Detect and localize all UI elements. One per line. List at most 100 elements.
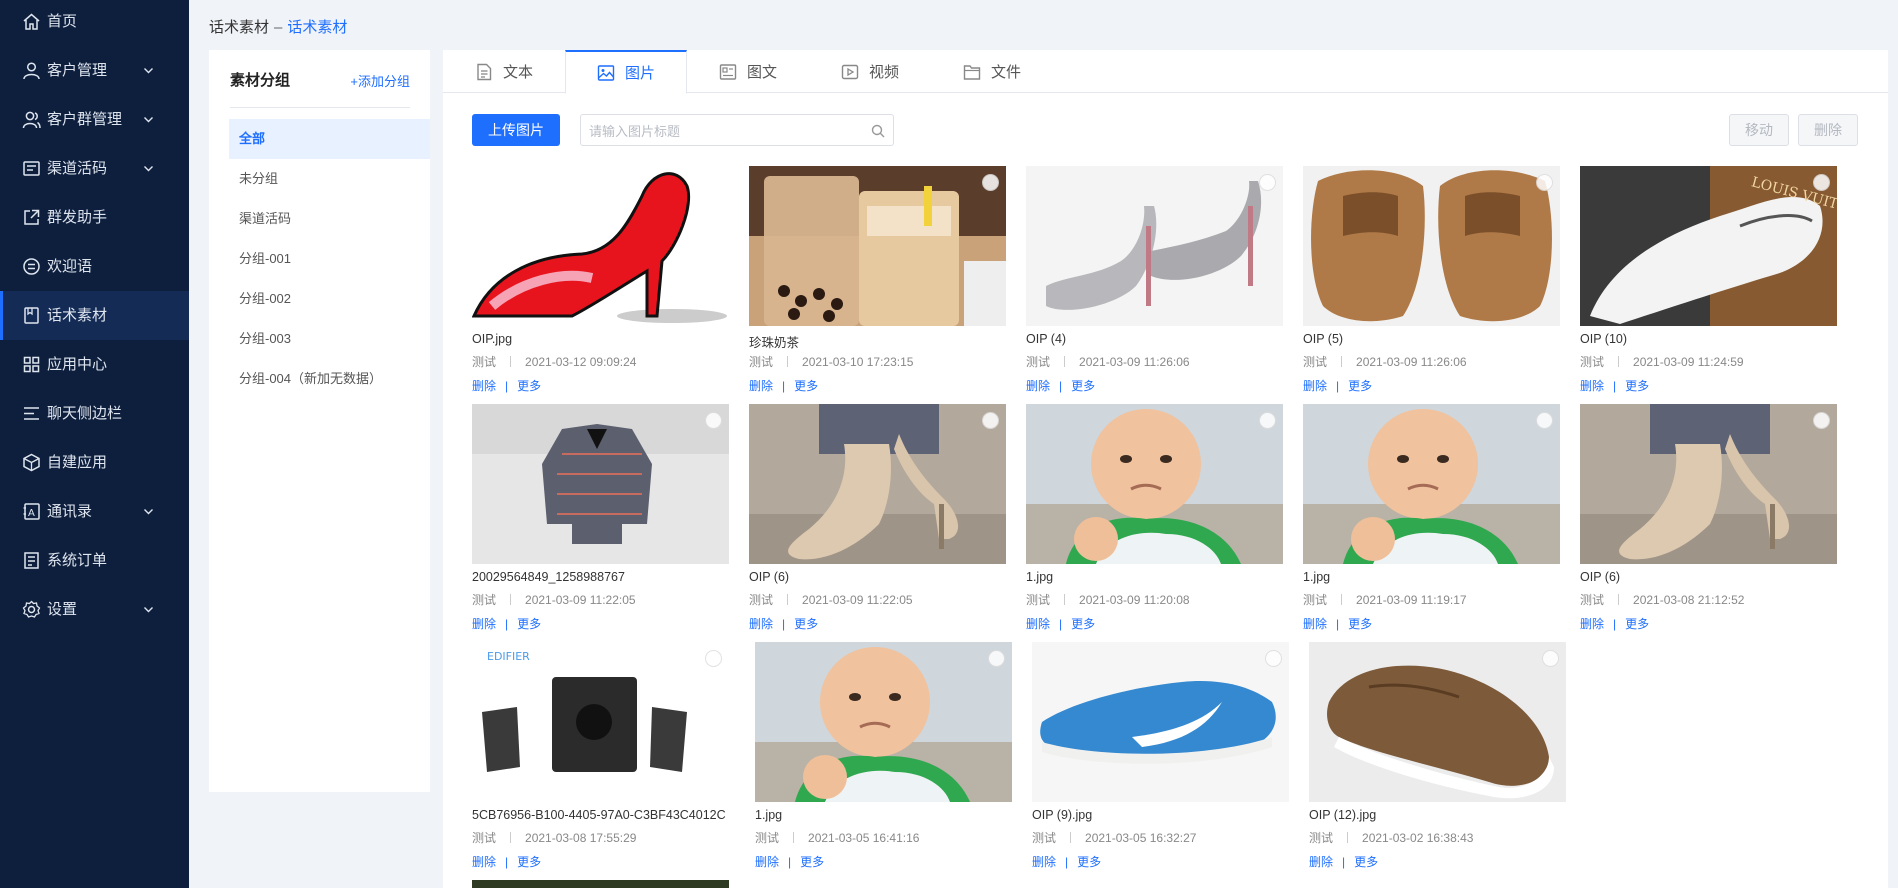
delete-link[interactable]: 删除 bbox=[472, 617, 496, 631]
more-link[interactable]: 更多 bbox=[517, 379, 541, 393]
image-thumbnail[interactable] bbox=[749, 166, 1006, 326]
tab-folder[interactable]: 文件 bbox=[931, 50, 1053, 93]
more-link[interactable]: 更多 bbox=[1354, 855, 1378, 869]
image-thumbnail[interactable] bbox=[472, 404, 729, 564]
search-input[interactable] bbox=[589, 121, 859, 141]
image-thumbnail[interactable] bbox=[1026, 166, 1283, 326]
sidebar-item-10[interactable]: A 通讯录 bbox=[0, 487, 189, 536]
image-card[interactable]: OIP (6) 测试 2021-03-08 21:12:52 删除 | 更多 bbox=[1580, 404, 1837, 634]
sidebar-item-3[interactable]: 渠道活码 bbox=[0, 144, 189, 193]
group-item[interactable]: 分组-003 bbox=[229, 319, 430, 359]
image-thumbnail[interactable] bbox=[1026, 404, 1283, 564]
delete-selected-button[interactable]: 删除 bbox=[1798, 114, 1858, 146]
select-checkbox[interactable] bbox=[1813, 174, 1830, 191]
image-thumbnail[interactable] bbox=[749, 404, 1006, 564]
more-link[interactable]: 更多 bbox=[1077, 855, 1101, 869]
sidebar-item-9[interactable]: 自建应用 bbox=[0, 438, 189, 487]
delete-link[interactable]: 删除 bbox=[1580, 617, 1604, 631]
group-item[interactable]: 分组-004（新加无数据） bbox=[229, 359, 430, 399]
delete-link[interactable]: 删除 bbox=[1580, 379, 1604, 393]
sidebar-item-1[interactable]: 客户管理 bbox=[0, 46, 189, 95]
select-checkbox[interactable] bbox=[1259, 174, 1276, 191]
search-icon[interactable] bbox=[871, 124, 885, 138]
select-checkbox[interactable] bbox=[982, 412, 999, 429]
delete-link[interactable]: 删除 bbox=[749, 379, 773, 393]
sidebar-item-11[interactable]: 系统订单 bbox=[0, 536, 189, 585]
image-card[interactable]: 珍珠奶茶 测试 2021-03-10 17:23:15 删除 | 更多 bbox=[749, 166, 1006, 396]
sidebar-item-7[interactable]: 应用中心 bbox=[0, 340, 189, 389]
delete-link[interactable]: 删除 bbox=[755, 855, 779, 869]
more-link[interactable]: 更多 bbox=[1071, 379, 1095, 393]
more-link[interactable]: 更多 bbox=[1625, 617, 1649, 631]
group-item[interactable]: 全部 bbox=[229, 119, 430, 159]
select-checkbox[interactable] bbox=[1265, 650, 1282, 667]
delete-link[interactable]: 删除 bbox=[472, 855, 496, 869]
image-thumbnail[interactable] bbox=[472, 166, 729, 326]
image-thumbnail[interactable] bbox=[1303, 404, 1560, 564]
select-checkbox[interactable] bbox=[705, 412, 722, 429]
image-card[interactable]: 1.jpg 测试 2021-03-09 11:20:08 删除 | 更多 bbox=[1026, 404, 1283, 634]
group-item[interactable]: 分组-002 bbox=[229, 279, 430, 319]
sidebar-item-5[interactable]: 欢迎语 bbox=[0, 242, 189, 291]
image-card[interactable]: OIP (9).jpg 测试 2021-03-05 16:32:27 删除 | 更多 bbox=[1032, 642, 1289, 872]
image-card[interactable]: OIP (4) 测试 2021-03-09 11:26:06 删除 | 更多 bbox=[1026, 166, 1283, 396]
group-item[interactable]: 分组-001 bbox=[229, 239, 430, 279]
delete-link[interactable]: 删除 bbox=[749, 617, 773, 631]
more-link[interactable]: 更多 bbox=[1071, 617, 1095, 631]
more-link[interactable]: 更多 bbox=[794, 617, 818, 631]
delete-link[interactable]: 删除 bbox=[1303, 617, 1327, 631]
sidebar-item-0[interactable]: 首页 bbox=[0, 0, 189, 46]
image-card[interactable]: OIP (12).jpg 测试 2021-03-02 16:38:43 删除 | 更多 bbox=[1309, 642, 1566, 872]
image-thumbnail[interactable]: LOUIS VUITTON bbox=[1580, 166, 1837, 326]
image-card[interactable]: 1.jpg 测试 2021-03-05 16:41:16 删除 | 更多 bbox=[755, 642, 1012, 872]
more-link[interactable]: 更多 bbox=[1348, 617, 1372, 631]
delete-link[interactable]: 删除 bbox=[1032, 855, 1056, 869]
tab-article[interactable]: 图文 bbox=[687, 50, 809, 93]
sidebar-item-8[interactable]: 聊天侧边栏 bbox=[0, 389, 189, 438]
more-link[interactable]: 更多 bbox=[800, 855, 824, 869]
sidebar-item-12[interactable]: 设置 bbox=[0, 585, 189, 634]
group-item[interactable]: 渠道活码 bbox=[229, 199, 430, 239]
image-card[interactable]: LOUIS VUITTON OIP (10) 测试 2021-03-09 11:2… bbox=[1580, 166, 1837, 396]
delete-link[interactable]: 删除 bbox=[1026, 379, 1050, 393]
image-thumbnail[interactable] bbox=[755, 642, 1012, 802]
select-checkbox[interactable] bbox=[988, 650, 1005, 667]
more-link[interactable]: 更多 bbox=[517, 855, 541, 869]
more-link[interactable]: 更多 bbox=[1348, 379, 1372, 393]
tab-image[interactable]: 图片 bbox=[565, 50, 687, 94]
more-link[interactable]: 更多 bbox=[794, 379, 818, 393]
image-card[interactable]: 1.jpg 测试 2021-03-09 11:19:17 删除 | 更多 bbox=[1303, 404, 1560, 634]
delete-link[interactable]: 删除 bbox=[472, 379, 496, 393]
image-card[interactable]: OIP (6) 测试 2021-03-09 11:22:05 删除 | 更多 bbox=[749, 404, 1006, 634]
select-checkbox[interactable] bbox=[1536, 412, 1553, 429]
image-thumbnail-partial[interactable] bbox=[472, 880, 729, 888]
sidebar-item-4[interactable]: 群发助手 bbox=[0, 193, 189, 242]
image-thumbnail[interactable] bbox=[1032, 642, 1289, 802]
move-button[interactable]: 移动 bbox=[1729, 114, 1789, 146]
select-checkbox[interactable] bbox=[1259, 412, 1276, 429]
select-checkbox[interactable] bbox=[1542, 650, 1559, 667]
image-thumbnail[interactable] bbox=[1303, 166, 1560, 326]
image-card[interactable]: OIP.jpg 测试 2021-03-12 09:09:24 删除 | 更多 bbox=[472, 166, 729, 396]
tab-document[interactable]: 文本 bbox=[443, 50, 565, 93]
delete-link[interactable]: 删除 bbox=[1309, 855, 1333, 869]
image-card[interactable]: EDIFIER 5CB76956-B100-4405-97A0-C3BF43C4… bbox=[472, 642, 729, 872]
image-thumbnail[interactable]: EDIFIER bbox=[472, 642, 729, 802]
image-card[interactable]: 20029564849_1258988767 测试 2021-03-09 11:2… bbox=[472, 404, 729, 634]
image-card[interactable]: OIP (5) 测试 2021-03-09 11:26:06 删除 | 更多 bbox=[1303, 166, 1560, 396]
image-thumbnail[interactable] bbox=[1580, 404, 1837, 564]
tab-video[interactable]: 视频 bbox=[809, 50, 931, 93]
select-checkbox[interactable] bbox=[705, 650, 722, 667]
group-item[interactable]: 未分组 bbox=[229, 159, 430, 199]
select-checkbox[interactable] bbox=[982, 174, 999, 191]
image-thumbnail[interactable] bbox=[1309, 642, 1566, 802]
delete-link[interactable]: 删除 bbox=[1303, 379, 1327, 393]
more-link[interactable]: 更多 bbox=[517, 617, 541, 631]
add-group-button[interactable]: +添加分组 bbox=[350, 71, 410, 90]
upload-image-button[interactable]: 上传图片 bbox=[472, 114, 560, 146]
sidebar-item-2[interactable]: 客户群管理 bbox=[0, 95, 189, 144]
select-checkbox[interactable] bbox=[1536, 174, 1553, 191]
breadcrumb-parent[interactable]: 话术素材 bbox=[209, 19, 269, 36]
delete-link[interactable]: 删除 bbox=[1026, 617, 1050, 631]
more-link[interactable]: 更多 bbox=[1625, 379, 1649, 393]
